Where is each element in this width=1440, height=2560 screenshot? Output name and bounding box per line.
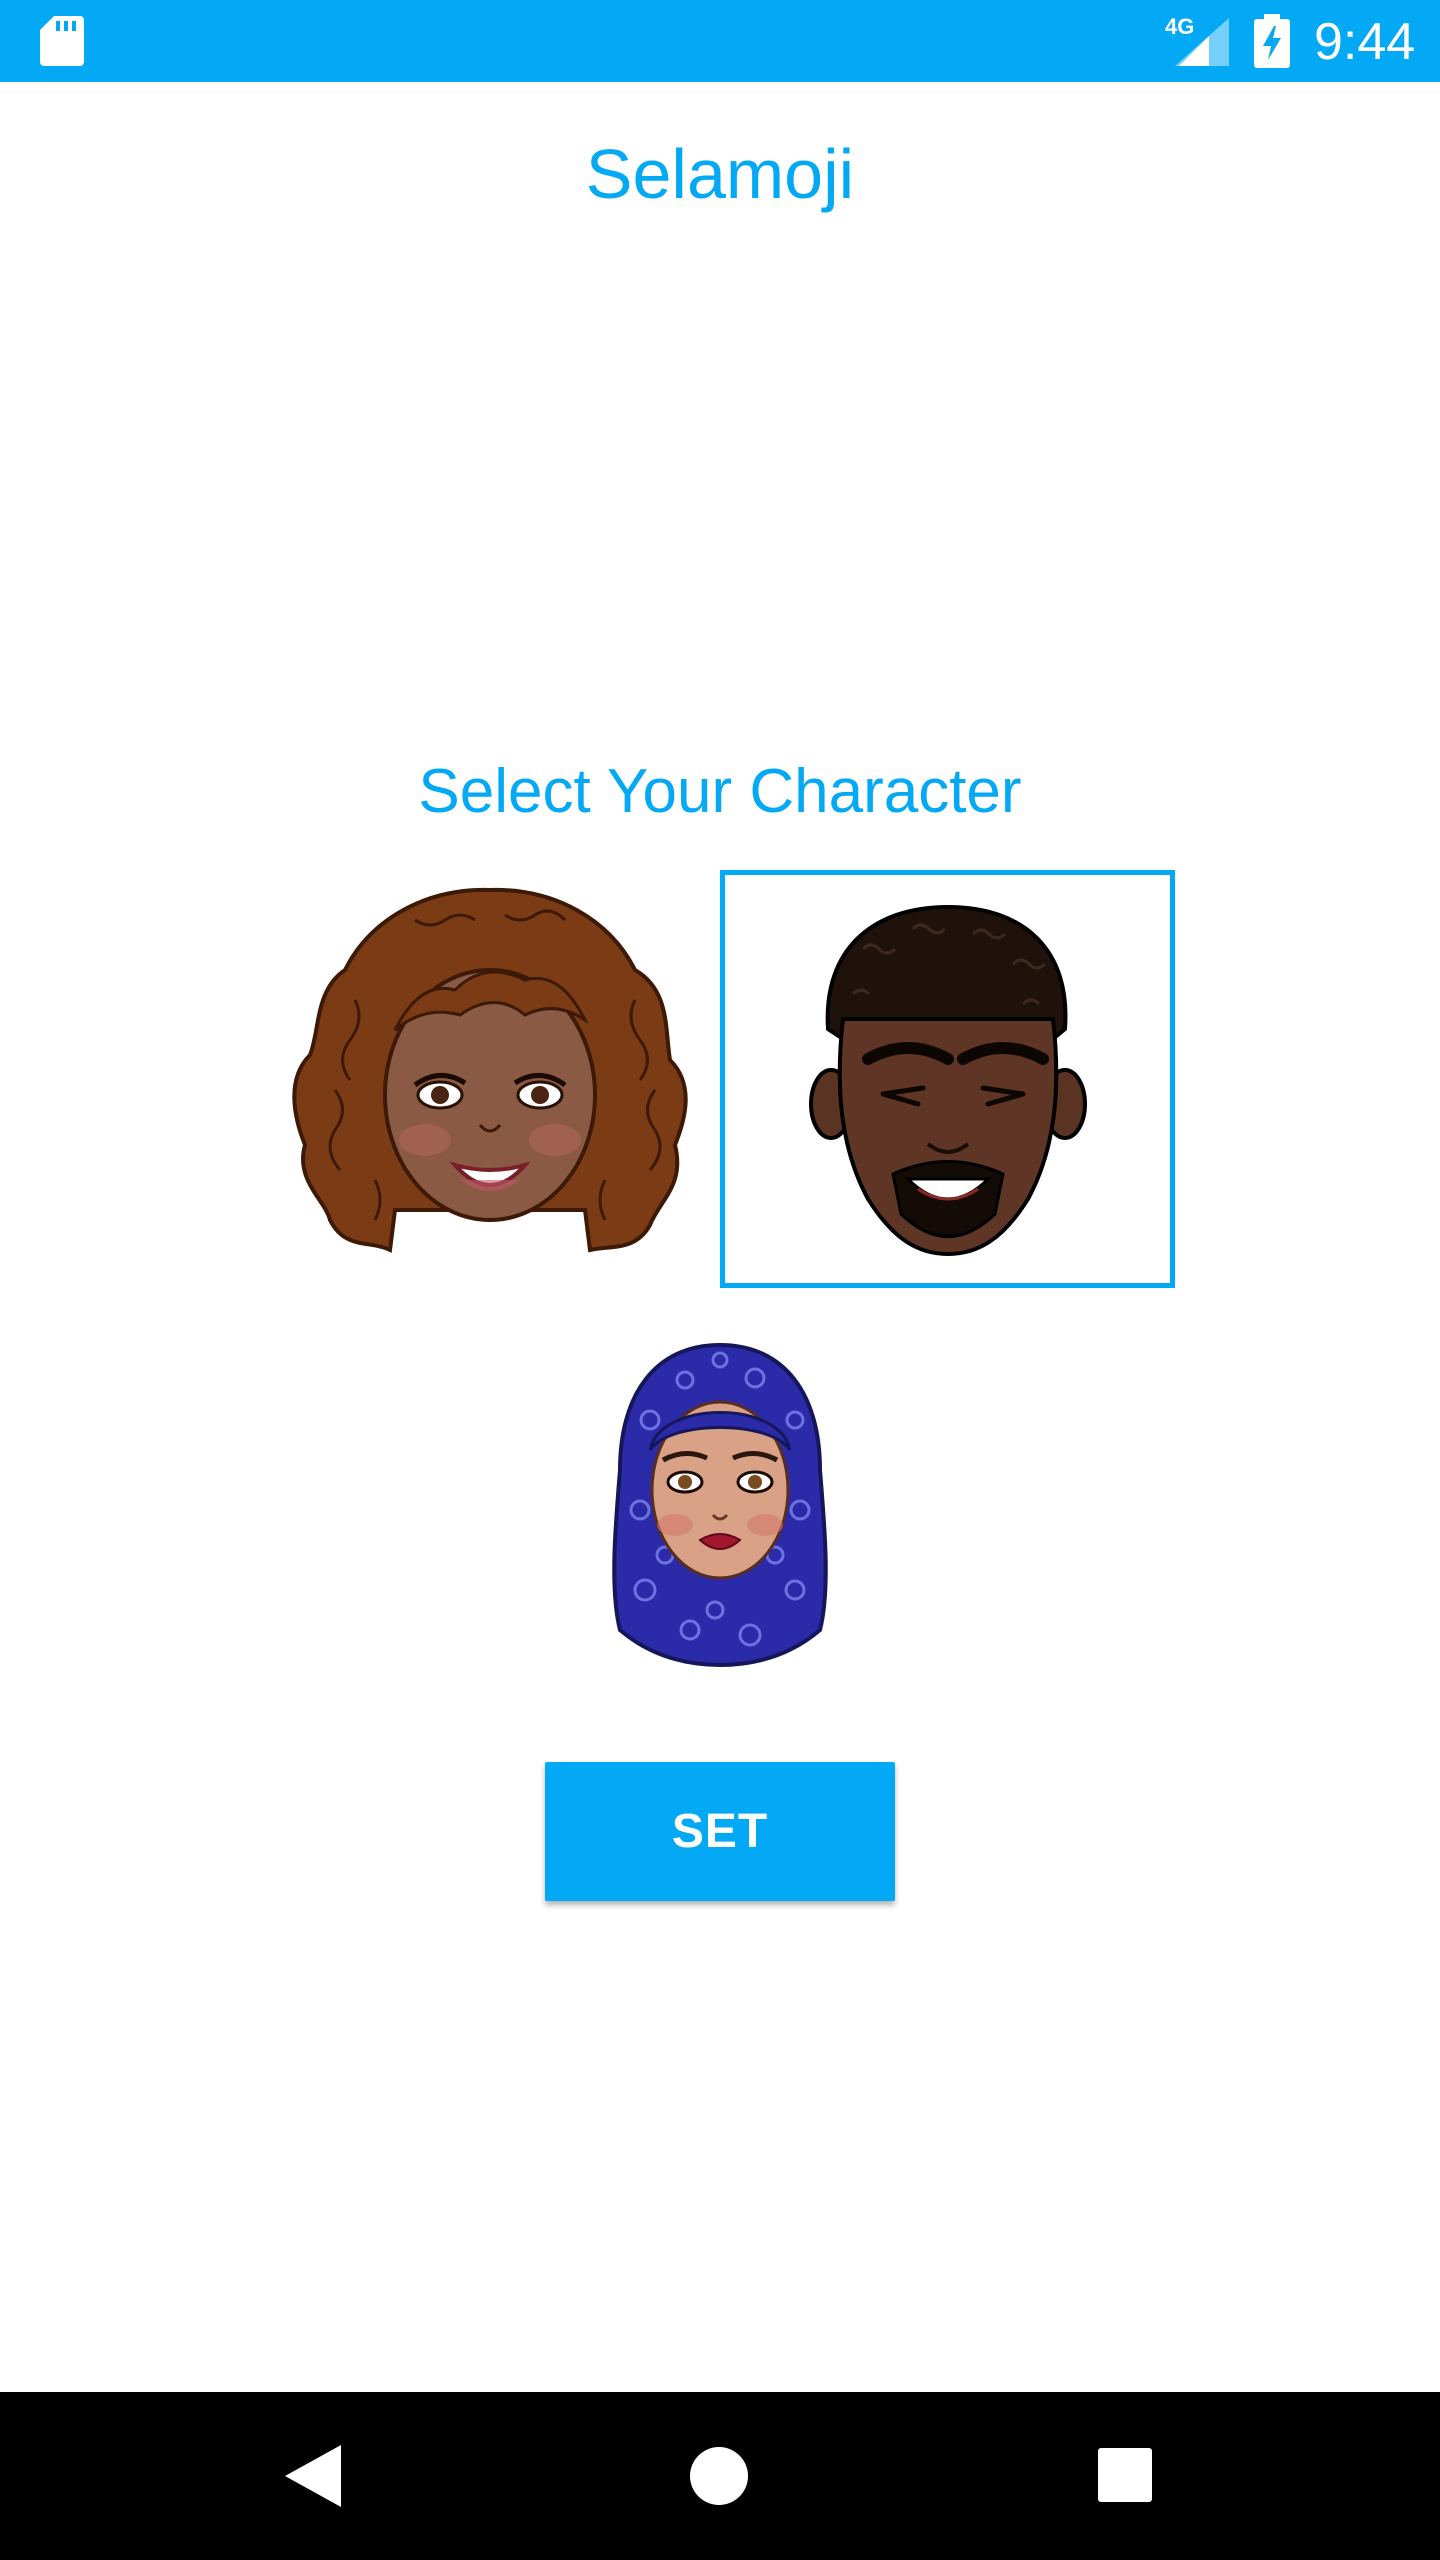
character-option-hijab-woman[interactable] xyxy=(590,1330,850,1680)
recent-apps-icon[interactable] xyxy=(1098,2448,1152,2502)
select-character-title: Select Your Character xyxy=(418,757,1022,826)
home-icon[interactable] xyxy=(690,2447,748,2505)
character-option-man-with-goatee[interactable] xyxy=(720,870,1175,1288)
status-bar: 4G 9:44 xyxy=(0,0,1440,82)
back-icon[interactable] xyxy=(285,2445,341,2507)
app-title: Selamoji xyxy=(585,135,855,213)
set-button[interactable]: SET xyxy=(545,1762,895,1901)
man-with-goatee-avatar xyxy=(808,904,1087,1257)
sd-card-icon xyxy=(40,16,84,66)
hijab-woman-avatar xyxy=(612,1342,828,1668)
battery-charging-icon xyxy=(1254,14,1290,68)
signal-icon xyxy=(1175,18,1229,66)
clock: 9:44 xyxy=(1314,13,1416,71)
navigation-bar xyxy=(0,2392,1440,2560)
character-option-curly-hair-woman[interactable] xyxy=(270,870,710,1290)
curly-hair-woman-avatar xyxy=(292,887,688,1254)
